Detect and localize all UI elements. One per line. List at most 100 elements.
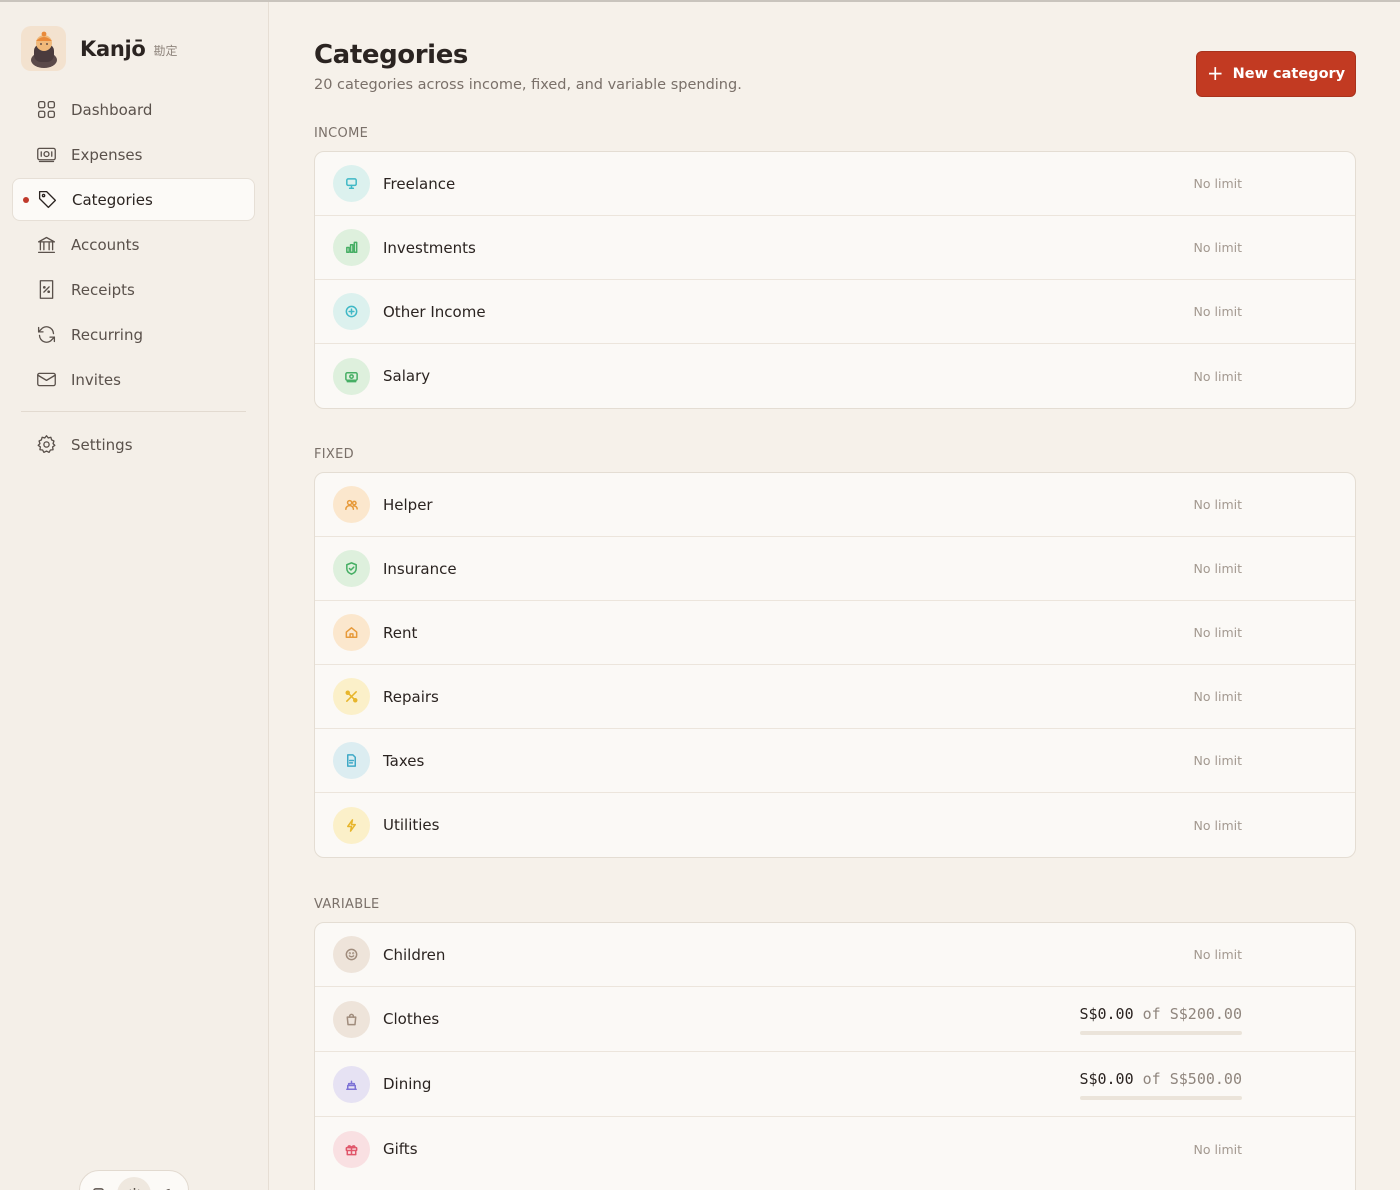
category-name: Clothes: [383, 1010, 440, 1028]
category-row-rent[interactable]: Rent No limit: [315, 601, 1355, 665]
sidebar-item-label: Dashboard: [71, 100, 153, 119]
budget-limit: S$200.00: [1169, 1005, 1242, 1023]
new-category-label: New category: [1232, 66, 1346, 82]
category-limit: No limit: [1193, 240, 1242, 255]
category-row-salary[interactable]: Salary No limit: [315, 344, 1355, 408]
category-name: Freelance: [383, 174, 456, 193]
moon-icon: [165, 1188, 170, 1190]
sidebar-nav: Dashboard Expenses Categories Accounts R…: [12, 88, 255, 468]
sidebar-item-settings[interactable]: Settings: [12, 423, 255, 466]
theme-dark-button[interactable]: [153, 1177, 187, 1190]
category-card-income: Freelance No limit Investments No limit …: [314, 151, 1356, 409]
category-name: Other Income: [383, 302, 486, 321]
category-row-repairs[interactable]: Repairs No limit: [315, 665, 1355, 729]
category-limit: No limit: [1193, 1141, 1242, 1157]
sidebar-divider: [21, 411, 246, 412]
shield-check-icon: [333, 550, 370, 587]
receipt-icon: [35, 279, 57, 301]
category-row-taxes[interactable]: Taxes No limit: [315, 729, 1355, 793]
sidebar-item-expenses[interactable]: Expenses: [12, 133, 255, 176]
category-limit: No limit: [1193, 368, 1242, 384]
plus-circle-icon: [333, 293, 370, 330]
gear-icon: [35, 434, 57, 456]
category-row-insurance[interactable]: Insurance No limit: [315, 537, 1355, 601]
category-name: Helper: [383, 495, 433, 514]
budget-spent: S$0.00: [1079, 1070, 1134, 1088]
brand[interactable]: Kanjō 勘定: [21, 26, 178, 71]
budget-amount: S$0.00 of S$200.00: [1079, 1005, 1242, 1023]
category-name: Rent: [383, 623, 418, 642]
budget-bar: [1080, 1031, 1242, 1035]
category-limit: No limit: [1193, 625, 1242, 640]
sidebar-item-receipts[interactable]: Receipts: [12, 268, 255, 311]
sun-icon: [128, 1187, 140, 1190]
sidebar-item-invites[interactable]: Invites: [12, 358, 255, 401]
category-name: Children: [383, 945, 446, 964]
category-row-utilities[interactable]: Utilities No limit: [315, 793, 1355, 857]
dashboard-icon: [35, 99, 57, 121]
category-limit: No limit: [1193, 176, 1242, 191]
category-name: Repairs: [383, 687, 439, 706]
category-row-dining[interactable]: Dining S$0.00 of S$500.00: [315, 1052, 1355, 1117]
system-icon: [92, 1187, 104, 1190]
sidebar-item-label: Expenses: [71, 145, 143, 164]
category-name: Taxes: [383, 751, 425, 770]
window-top-border: [0, 0, 1400, 2]
smile-icon: [333, 936, 370, 973]
theme-light-button[interactable]: [117, 1177, 151, 1190]
category-row-investments[interactable]: Investments No limit: [315, 216, 1355, 280]
category-name: Investments: [383, 238, 476, 257]
budget-progress: S$0.00 of S$200.00: [1079, 1005, 1242, 1035]
category-row-gifts[interactable]: Gifts No limit: [315, 1117, 1355, 1181]
category-card-fixed: Helper No limit Insurance No limit Rent …: [314, 472, 1356, 858]
budget-bar: [1080, 1096, 1242, 1100]
active-indicator-dot: [23, 196, 29, 203]
banknote-icon: [333, 357, 370, 395]
category-row-freelance[interactable]: Freelance No limit: [315, 152, 1355, 216]
budget-progress: S$0.00 of S$500.00: [1079, 1070, 1242, 1100]
monitor-icon: [333, 165, 370, 202]
page-subtitle: 20 categories across income, fixed, and …: [314, 77, 742, 93]
category-name: Dining: [383, 1075, 432, 1093]
category-name: Gifts: [383, 1140, 418, 1158]
section-label-variable: VARIABLE: [314, 897, 380, 912]
refresh-icon: [35, 324, 57, 346]
budget-amount: S$0.00 of S$500.00: [1079, 1070, 1242, 1088]
gift-icon: [333, 1130, 370, 1168]
section-label-fixed: FIXED: [314, 447, 354, 462]
theme-system-button[interactable]: [81, 1177, 115, 1190]
category-name: Insurance: [383, 559, 457, 578]
sidebar-item-label: Accounts: [71, 235, 140, 254]
category-name: Salary: [383, 367, 431, 385]
category-card-variable: Children No limit Clothes S$0.00 of S$20…: [314, 922, 1356, 1190]
sidebar-item-label: Categories: [72, 190, 153, 209]
plus-icon: +: [1206, 60, 1224, 85]
category-limit: No limit: [1193, 304, 1242, 319]
category-limit: No limit: [1193, 689, 1242, 704]
sidebar-item-label: Recurring: [71, 325, 143, 344]
budget-limit: S$500.00: [1169, 1070, 1242, 1088]
sidebar: Kanjō 勘定 Dashboard Expenses Categories A…: [0, 0, 269, 1190]
section-label-income: INCOME: [314, 126, 369, 141]
sidebar-item-recurring[interactable]: Recurring: [12, 313, 255, 356]
sidebar-item-categories[interactable]: Categories: [12, 178, 255, 221]
sidebar-item-accounts[interactable]: Accounts: [12, 223, 255, 266]
category-row-helper[interactable]: Helper No limit: [315, 473, 1355, 537]
category-row-clothes[interactable]: Clothes S$0.00 of S$200.00: [315, 987, 1355, 1052]
app-name: Kanjō: [80, 36, 146, 61]
bar-chart-icon: [333, 229, 370, 266]
shopping-bag-icon: [333, 1000, 370, 1038]
category-limit: No limit: [1193, 817, 1242, 833]
sidebar-item-dashboard[interactable]: Dashboard: [12, 88, 255, 131]
document-icon: [333, 742, 370, 779]
app-subtitle: 勘定: [153, 44, 178, 58]
category-limit: No limit: [1193, 497, 1242, 512]
category-limit: No limit: [1193, 947, 1242, 962]
budget-spent: S$0.00: [1079, 1005, 1134, 1023]
category-row-other-income[interactable]: Other Income No limit: [315, 280, 1355, 344]
tag-icon: [36, 189, 58, 211]
new-category-button[interactable]: + New category: [1196, 51, 1356, 97]
lightning-icon: [333, 806, 370, 844]
bank-icon: [35, 234, 57, 256]
category-row-children[interactable]: Children No limit: [315, 923, 1355, 987]
